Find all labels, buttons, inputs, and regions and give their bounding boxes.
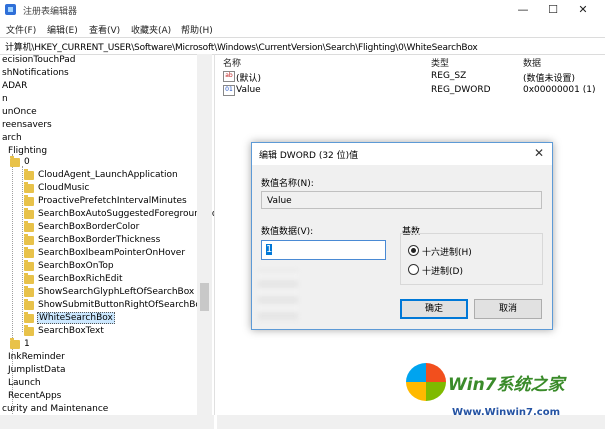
folder-icon (24, 325, 34, 336)
value-data-label: 数值数据(V): (261, 227, 314, 237)
tree-item[interactable]: CloudMusic (38, 182, 89, 194)
tree-item[interactable]: ShowSearchGlyphLeftOfSearchBox (38, 286, 194, 298)
folder-icon (24, 208, 34, 219)
value-type: REG_DWORD (431, 85, 491, 95)
registry-tree[interactable]: ecisionTouchPad shNotifications ADAR n u… (0, 54, 215, 415)
blurred-region (258, 270, 298, 320)
folder-icon (10, 338, 20, 349)
tree-horizontal-scrollbar[interactable] (0, 415, 214, 429)
folder-icon (24, 169, 34, 180)
tree-item[interactable]: ADAR (2, 80, 27, 92)
tree-item[interactable]: unOnce (2, 106, 37, 118)
string-value-icon: ab (223, 71, 235, 82)
tree-item[interactable]: SearchBoxBorderColor (38, 221, 139, 233)
value-name[interactable]: (默认) (236, 71, 261, 84)
folder-icon (24, 182, 34, 193)
windows-logo-icon (406, 363, 446, 401)
folder-icon (10, 156, 20, 167)
selected-key-label[interactable]: WhiteSearchBox (37, 312, 115, 324)
tree-vertical-scrollbar[interactable] (197, 54, 212, 415)
decimal-radio[interactable] (408, 264, 419, 275)
regedit-app-icon (5, 4, 16, 15)
tree-item[interactable]: n (2, 93, 8, 105)
value-data-input[interactable]: 1 (261, 240, 386, 260)
tree-item[interactable]: ShowSubmitButtonRightOfSearchBox (38, 299, 206, 311)
dialog-title-bar: 编辑 DWORD (32 位)值 ✕ (252, 143, 552, 165)
watermark-brand: Win7系统之家 (448, 375, 565, 395)
folder-icon (24, 247, 34, 258)
tree-item[interactable]: Launch (8, 377, 41, 389)
folder-icon (24, 221, 34, 232)
tree-item[interactable]: SearchBoxIbeamPointerOnHover (38, 247, 185, 259)
menu-bar: 文件(F) 编辑(E) 查看(V) 收藏夹(A) 帮助(H) (0, 20, 605, 37)
tree-item-1[interactable]: 1 (24, 338, 30, 350)
maximize-button[interactable]: ☐ (540, 2, 566, 18)
tree-item[interactable]: InkReminder (8, 351, 65, 363)
tree-item[interactable]: SearchBoxRichEdit (38, 273, 123, 285)
tree-item[interactable]: RecentApps (8, 390, 61, 402)
value-data: 0x00000001 (1) (523, 85, 596, 95)
minimize-button[interactable]: — (510, 2, 536, 18)
tree-item[interactable]: SearchBoxOnTop (38, 260, 114, 272)
tree-scrollbar-thumb[interactable] (200, 283, 209, 311)
tree-item[interactable]: ecisionTouchPad (2, 54, 75, 66)
cancel-button[interactable]: 取消 (474, 299, 542, 319)
tree-item[interactable]: SearchBoxAutoSuggestedForegroundColor (38, 208, 214, 220)
tree-item[interactable]: SearchBoxBorderThickness (38, 234, 160, 246)
decimal-radio-label[interactable]: 十进制(D) (422, 264, 463, 277)
title-bar: 注册表编辑器 — ☐ ✕ (0, 0, 605, 20)
tree-item[interactable]: curity and Maintenance (2, 403, 108, 415)
address-path[interactable]: 计算机\HKEY_CURRENT_USER\Software\Microsoft… (5, 40, 478, 53)
folder-icon (24, 234, 34, 245)
menu-favorites[interactable]: 收藏夹(A) (131, 23, 171, 36)
menu-edit[interactable]: 编辑(E) (47, 23, 78, 36)
hex-radio-label[interactable]: 十六进制(H) (422, 245, 472, 258)
address-bar[interactable]: 计算机\HKEY_CURRENT_USER\Software\Microsoft… (0, 37, 605, 55)
window-title: 注册表编辑器 (23, 7, 78, 17)
close-button[interactable]: ✕ (570, 2, 596, 18)
folder-icon (24, 286, 34, 297)
folder-icon (24, 195, 34, 206)
value-name-label: 数值名称(N): (261, 179, 314, 189)
menu-view[interactable]: 查看(V) (89, 23, 120, 36)
ok-button[interactable]: 确定 (400, 299, 468, 319)
folder-icon (24, 299, 34, 310)
hex-radio[interactable] (408, 245, 419, 256)
column-header-name[interactable]: 名称 (223, 56, 241, 69)
tree-item[interactable]: reensavers (2, 119, 52, 131)
dword-value-icon: 01 (223, 85, 235, 96)
column-header-type[interactable]: 类型 (431, 56, 449, 69)
menu-file[interactable]: 文件(F) (6, 23, 36, 36)
column-header-data[interactable]: 数据 (523, 56, 541, 69)
value-type: REG_SZ (431, 71, 467, 81)
dialog-close-icon[interactable]: ✕ (534, 146, 544, 160)
tree-item[interactable]: arch (2, 132, 22, 144)
tree-connector (22, 166, 23, 332)
tree-item[interactable]: JumplistData (8, 364, 66, 376)
watermark-url: Www.Winwin7.com (452, 407, 561, 418)
value-name[interactable]: Value (236, 85, 261, 95)
folder-icon (24, 273, 34, 284)
folder-icon (24, 260, 34, 271)
menu-help[interactable]: 帮助(H) (181, 23, 213, 36)
value-data-text[interactable]: 1 (266, 244, 273, 255)
tree-item[interactable]: shNotifications (2, 67, 69, 79)
tree-item[interactable]: ProactivePrefetchIntervalMinutes (38, 195, 187, 207)
value-data: (数值未设置) (523, 74, 576, 84)
folder-icon (24, 312, 34, 323)
tree-item-whitesearchbox[interactable]: WhiteSearchBox (37, 312, 115, 324)
value-name-field: Value (261, 191, 542, 209)
tree-item-0[interactable]: 0 (24, 156, 30, 168)
dialog-title: 编辑 DWORD (32 位)值 (259, 151, 359, 161)
tree-item[interactable]: SearchBoxText (38, 325, 104, 337)
base-group (400, 233, 543, 285)
tree-item[interactable]: CloudAgent_LaunchApplication (38, 169, 178, 181)
